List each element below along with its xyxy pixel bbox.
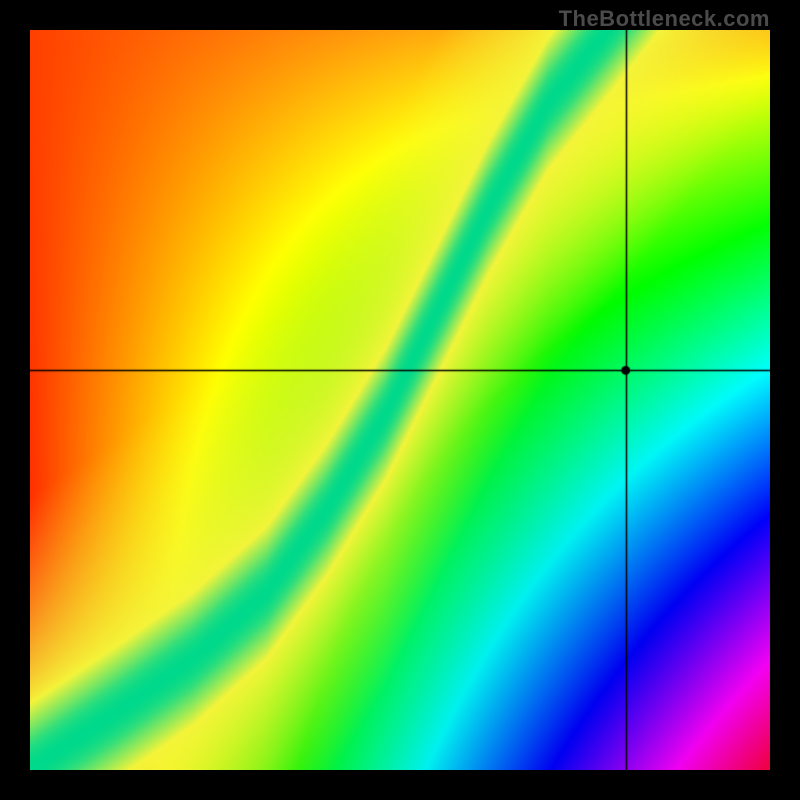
watermark-text: TheBottleneck.com — [559, 6, 770, 32]
bottleneck-heatmap — [30, 30, 770, 770]
chart-frame: TheBottleneck.com — [0, 0, 800, 800]
